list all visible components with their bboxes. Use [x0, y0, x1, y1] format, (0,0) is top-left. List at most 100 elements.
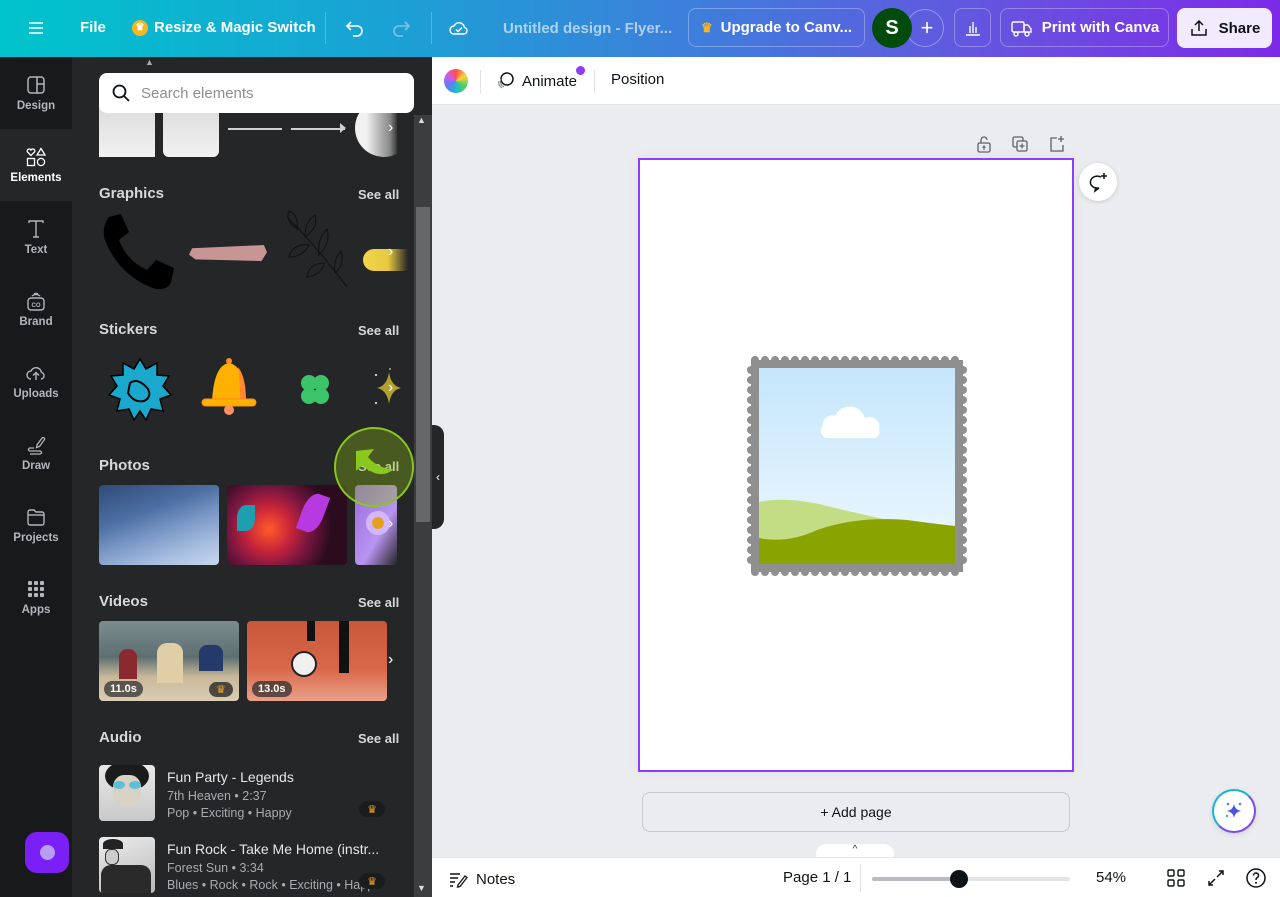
sidebar-label: Apps	[21, 604, 51, 616]
leg-figure	[307, 621, 315, 641]
duplicate-page-icon[interactable]	[1010, 134, 1030, 154]
next-videos-chevron-icon[interactable]: ›	[388, 651, 402, 669]
graphic-phone[interactable]	[99, 212, 181, 294]
shape-arrow-line[interactable]	[291, 128, 345, 130]
premium-crown-icon: ♛	[359, 873, 385, 889]
next-stickers-chevron-icon[interactable]: ›	[388, 379, 402, 397]
audio-title: Fun Party - Legends	[167, 769, 294, 785]
shape-line[interactable]	[228, 128, 282, 130]
animate-button[interactable]: Animate	[496, 71, 577, 91]
video-duration: 11.0s	[104, 681, 143, 697]
print-with-canva-button[interactable]: Print with Canva	[1000, 8, 1169, 47]
audio-track[interactable]: Fun Rock - Take Me Home (instr... Forest…	[99, 837, 389, 895]
section-title-videos: Videos	[99, 593, 148, 610]
sidebar-item-projects[interactable]: Projects	[0, 489, 72, 561]
photo-leaves[interactable]	[227, 485, 347, 565]
design-page[interactable]	[638, 158, 1074, 772]
unlock-icon[interactable]	[974, 134, 994, 154]
add-page-button[interactable]: + Add page	[642, 792, 1070, 832]
leaf-accent	[295, 490, 331, 536]
pen-icon	[27, 436, 46, 455]
see-all-stickers-link[interactable]: See all	[358, 323, 399, 338]
sidebar-item-uploads[interactable]: Uploads	[0, 345, 72, 417]
undo-button[interactable]	[344, 17, 366, 39]
sidebar-label: Projects	[13, 532, 59, 544]
search-box[interactable]	[99, 73, 414, 113]
magic-assistant-button[interactable]	[25, 832, 69, 873]
help-icon[interactable]	[1245, 867, 1267, 889]
fullscreen-icon[interactable]	[1205, 867, 1227, 889]
sticker-bell[interactable]	[198, 357, 260, 419]
user-avatar[interactable]: S	[872, 8, 912, 48]
elements-panel: ▲ › Graphics See all › Stickers See all	[72, 57, 432, 897]
audio-thumbnail	[99, 765, 155, 821]
grid-view-icon[interactable]	[1165, 867, 1187, 889]
video-office[interactable]: 11.0s ♛	[99, 621, 239, 701]
save-status-button[interactable]	[448, 17, 470, 39]
add-page-icon[interactable]	[1046, 134, 1066, 154]
share-button[interactable]: Share	[1177, 8, 1272, 48]
search-input[interactable]	[141, 84, 381, 102]
resize-magic-switch-button[interactable]: ♛ Resize & Magic Switch	[132, 19, 316, 36]
scroll-up-arrow[interactable]: ▲	[417, 115, 426, 125]
scroll-down-arrow[interactable]: ▼	[417, 883, 426, 893]
photo-denim[interactable]	[99, 485, 219, 565]
graphic-brush-stroke[interactable]	[189, 245, 267, 261]
upgrade-button[interactable]: ♛ Upgrade to Canv...	[688, 8, 865, 47]
audio-track[interactable]: Fun Party - Legends 7th Heaven • 2:37 Po…	[99, 765, 389, 823]
image-frame-placeholder[interactable]	[747, 356, 967, 576]
cloud-upload-icon	[26, 367, 45, 380]
insights-button[interactable]	[954, 8, 991, 47]
sticker-clover[interactable]	[298, 373, 332, 407]
sidebar-label: Text	[24, 244, 48, 256]
zoom-percent[interactable]: 54%	[1096, 869, 1126, 886]
cloud-check-icon	[449, 22, 468, 35]
see-all-audio-link[interactable]: See all	[358, 731, 399, 746]
sidebar-item-apps[interactable]: Apps	[0, 561, 72, 633]
background-color-button[interactable]	[444, 69, 468, 93]
position-button[interactable]: Position	[611, 71, 664, 88]
premium-crown-icon: ♛	[359, 801, 385, 817]
resize-label: Resize & Magic Switch	[154, 19, 316, 36]
design-title[interactable]: Untitled design - Flyer...	[503, 20, 672, 37]
main-menu-button[interactable]	[26, 18, 46, 38]
divider	[594, 70, 595, 94]
folder-icon	[27, 509, 45, 526]
see-all-videos-link[interactable]: See all	[358, 595, 399, 610]
sidebar-item-draw[interactable]: Draw	[0, 417, 72, 489]
video-soccer[interactable]: 13.0s	[247, 621, 387, 701]
sidebar-item-brand[interactable]: CO Brand	[0, 273, 72, 345]
zoom-slider[interactable]	[872, 870, 1070, 888]
panel-scrollbar-thumb[interactable]	[416, 207, 430, 522]
svg-text:CO: CO	[32, 303, 41, 309]
panel-scroll-up-arrow[interactable]: ▲	[145, 57, 154, 67]
sticker-clapping[interactable]	[108, 357, 172, 421]
see-all-graphics-link[interactable]: See all	[358, 187, 399, 202]
section-title-graphics: Graphics	[99, 185, 165, 202]
sidebar-item-elements[interactable]: Elements	[0, 129, 72, 201]
zoom-slider-knob[interactable]	[950, 870, 969, 888]
audio-artist-duration: Forest Sun • 3:34	[167, 861, 264, 875]
notes-button[interactable]: Notes	[448, 869, 515, 889]
next-graphics-chevron-icon[interactable]: ›	[388, 243, 402, 261]
sidebar-item-text[interactable]: Text	[0, 201, 72, 273]
file-menu[interactable]: File	[80, 19, 106, 36]
next-photos-chevron-icon[interactable]: ›	[388, 515, 402, 533]
animate-icon	[498, 72, 514, 89]
redo-button[interactable]	[390, 17, 412, 39]
divider	[325, 12, 326, 44]
page-indicator[interactable]: Page 1 / 1	[783, 869, 851, 886]
show-pages-button[interactable]: ^	[816, 844, 894, 858]
grid-icon	[28, 581, 44, 597]
click-highlight	[334, 427, 414, 507]
sidebar-item-design[interactable]: Design	[0, 57, 72, 129]
hamburger-icon	[29, 22, 43, 34]
hat-shape	[103, 839, 123, 849]
sidebar-label: Elements	[10, 172, 62, 184]
graphic-leaf[interactable]	[277, 207, 357, 292]
add-comment-button[interactable]	[1079, 163, 1117, 201]
collapse-panel-button[interactable]: ‹	[432, 425, 444, 529]
magic-assistant-sparkle-button[interactable]	[1212, 789, 1256, 833]
daisy-center	[372, 517, 384, 529]
next-shapes-chevron-icon[interactable]: ›	[388, 119, 402, 137]
